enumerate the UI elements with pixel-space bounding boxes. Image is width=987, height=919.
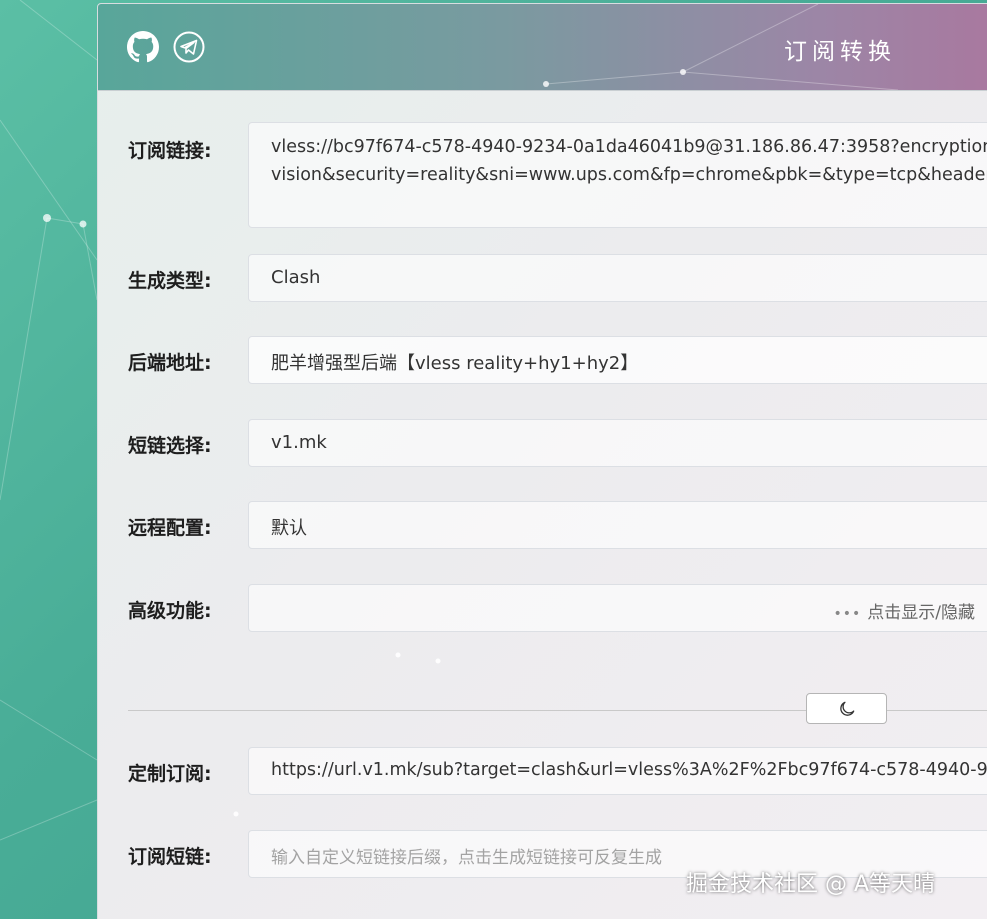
github-icon[interactable] xyxy=(126,30,160,64)
theme-toggle-button[interactable] xyxy=(806,693,887,724)
subscription-link-label: 订阅链接: xyxy=(128,140,212,162)
remote-config-label: 远程配置: xyxy=(128,517,212,539)
page-title: 订阅转换 xyxy=(784,39,896,65)
short-link-service-label: 短链选择: xyxy=(128,435,212,457)
telegram-icon[interactable] xyxy=(172,30,206,64)
short-link-label: 订阅短链: xyxy=(128,846,212,868)
converter-card: 订阅转换 订阅链接: vless://bc97f674-c578-4940-92… xyxy=(97,3,987,919)
target-type-label: 生成类型: xyxy=(128,270,212,292)
remote-config-select[interactable]: 默认 xyxy=(248,501,987,549)
card-header: 订阅转换 xyxy=(98,4,987,91)
short-link-service-select[interactable]: v1.mk xyxy=(248,419,987,467)
watermark: 掘金技术社区 @ A等天晴 xyxy=(686,872,936,897)
backend-value: 肥羊增强型后端【vless reality+hy1+hy2】 xyxy=(271,353,639,374)
short-link-placeholder: 输入自定义短链接后缀，点击生成短链接可反复生成 xyxy=(271,848,662,868)
custom-subscription-label: 定制订阅: xyxy=(128,763,212,785)
subscription-link-line-1: vless://bc97f674-c578-4940-9234-0a1da460… xyxy=(271,137,987,157)
remote-config-value: 默认 xyxy=(271,518,307,539)
subscription-link-line-2: vision&security=reality&sni=www.ups.com&… xyxy=(271,165,987,185)
backend-label: 后端地址: xyxy=(128,352,212,374)
subscription-link-textarea[interactable]: vless://bc97f674-c578-4940-9234-0a1da460… xyxy=(248,122,987,228)
target-type-select[interactable]: Clash xyxy=(248,254,987,302)
short-link-service-value: v1.mk xyxy=(271,432,327,453)
moon-icon xyxy=(839,701,854,716)
backend-select[interactable]: 肥羊增强型后端【vless reality+hy1+hy2】 xyxy=(248,336,987,384)
custom-subscription-value: https://url.v1.mk/sub?target=clash&url=v… xyxy=(271,760,987,780)
target-type-value: Clash xyxy=(271,267,321,288)
custom-subscription-input[interactable]: https://url.v1.mk/sub?target=clash&url=v… xyxy=(248,747,987,795)
